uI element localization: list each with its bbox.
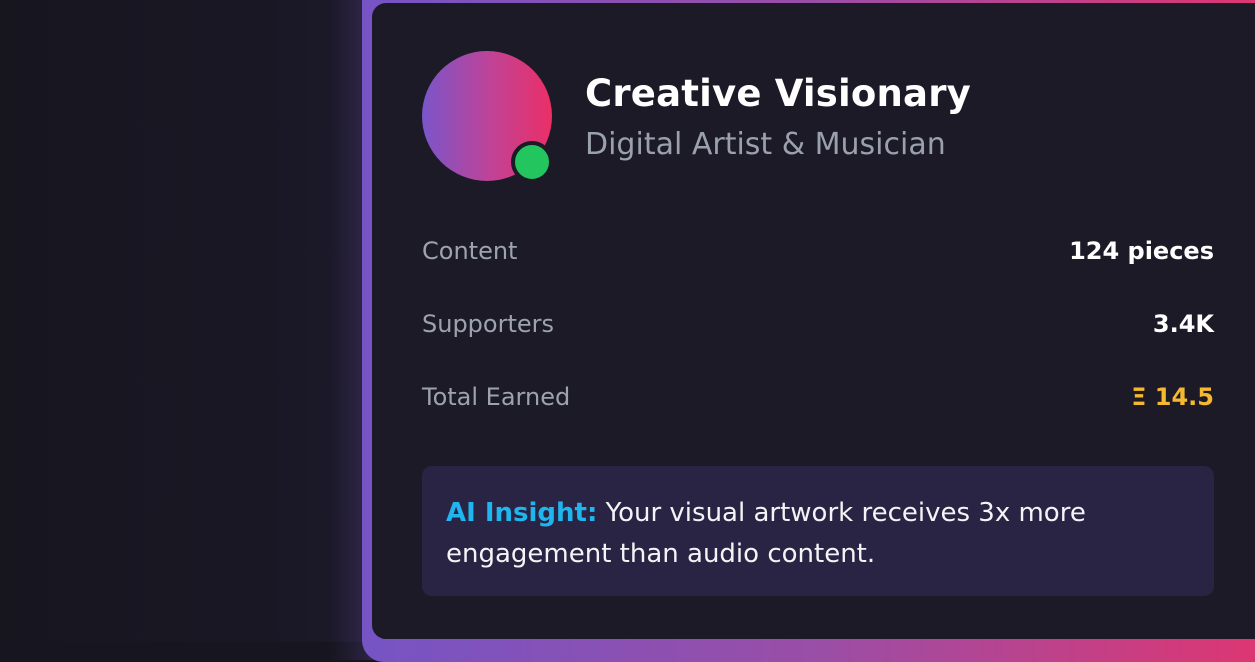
online-status-icon xyxy=(511,141,553,183)
creator-tagline: Digital Artist & Musician xyxy=(585,127,946,162)
stat-label-total-earned: Total Earned xyxy=(422,383,571,411)
stat-row-supporters: Supporters 3.4K xyxy=(422,307,1214,341)
ai-insight-box: AI Insight: Your visual artwork receives… xyxy=(422,466,1214,596)
creator-name: Creative Visionary xyxy=(585,72,971,115)
stat-value-content: 124 pieces xyxy=(1069,237,1214,265)
stat-label-supporters: Supporters xyxy=(422,310,555,338)
stat-label-content: Content xyxy=(422,237,518,265)
stat-row-total-earned: Total Earned Ξ 14.5 xyxy=(422,380,1214,414)
page-background xyxy=(0,0,372,642)
stat-value-supporters: 3.4K xyxy=(1152,310,1214,338)
stat-value-total-earned: Ξ 14.5 xyxy=(1131,383,1214,411)
stat-row-content: Content 124 pieces xyxy=(422,234,1214,268)
ai-insight-label: AI Insight: xyxy=(446,498,598,528)
